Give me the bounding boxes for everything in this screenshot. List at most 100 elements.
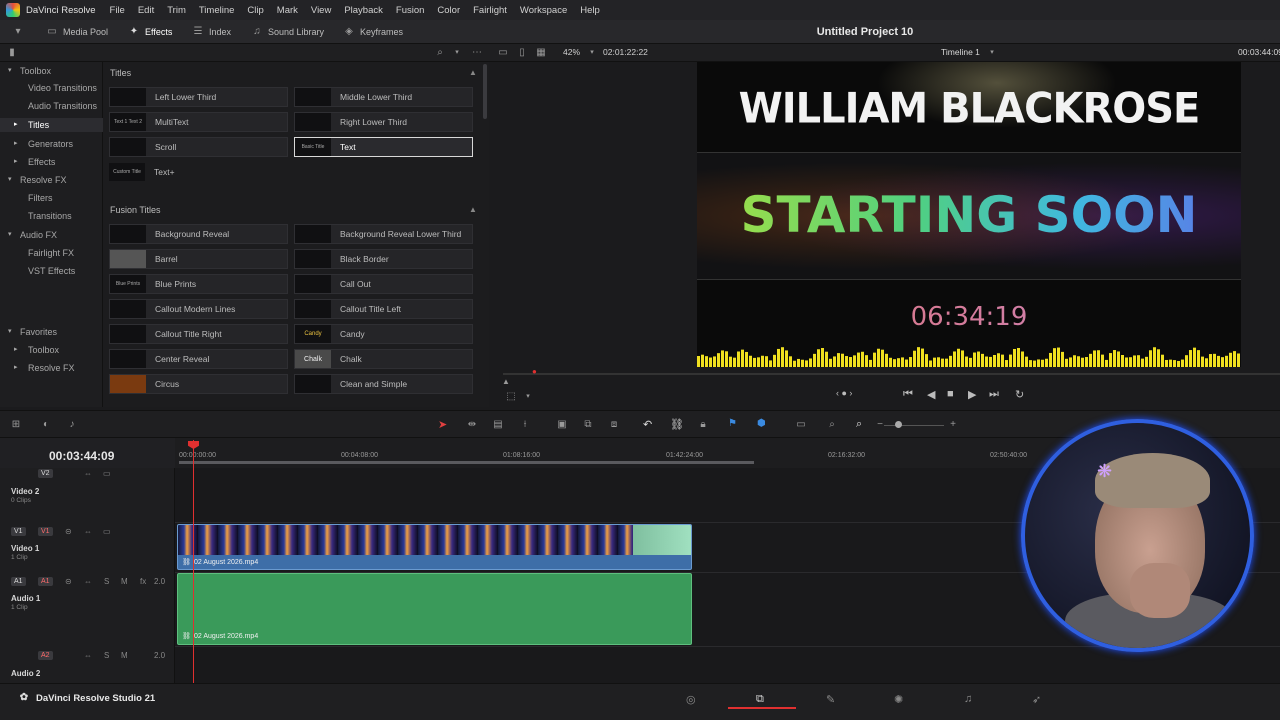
menu-file[interactable]: File — [110, 5, 125, 16]
audio-clip[interactable]: 02 August 2026.mp4 ⛓ — [177, 573, 692, 645]
menu-help[interactable]: Help — [580, 5, 600, 16]
effect-text-plus[interactable]: Custom Title Text+ — [109, 162, 288, 182]
fav-resolve-fx-caret-icon[interactable]: ▸ — [14, 363, 18, 371]
track-monitor-icon[interactable]: ▭ — [103, 527, 111, 536]
track-v1-source-badge[interactable]: V1 — [11, 527, 26, 536]
effect-callout-title-right[interactable]: Callout Title Right — [109, 324, 288, 344]
effect-candy[interactable]: Candy Candy — [294, 324, 473, 344]
viewer-canvas[interactable]: WILLIAM BLACKROSE STARTING SOON 06:34:19 — [697, 62, 1241, 367]
more-options-icon[interactable]: ⋯ — [471, 47, 483, 59]
zoom-slider-thumb[interactable] — [895, 421, 902, 428]
effect-scroll[interactable]: Scroll — [109, 137, 288, 157]
category-vst-effects[interactable]: VST Effects — [28, 266, 75, 276]
skip-to-end-icon[interactable]: ⏭ — [989, 388, 999, 401]
menu-playback[interactable]: Playback — [344, 5, 383, 16]
track-solo-icon[interactable]: S — [104, 577, 109, 586]
favorites-caret-icon[interactable]: ▾ — [8, 327, 12, 335]
effects-caret-icon[interactable]: ▸ — [14, 157, 18, 165]
zoom-custom-icon[interactable]: ⌕ — [856, 418, 862, 431]
category-audio-fx[interactable]: Audio FX — [20, 230, 57, 240]
track-a2-badge[interactable]: A2 — [38, 651, 53, 660]
track-mute-icon[interactable]: M — [121, 651, 128, 660]
track-a1-badge[interactable]: A1 — [38, 577, 53, 586]
marker-icon[interactable]: ⬢ — [757, 418, 766, 429]
effect-blue-prints[interactable]: Blue Prints Blue Prints — [109, 274, 288, 294]
category-transitions[interactable]: Transitions — [28, 211, 72, 221]
track-lock-icon[interactable]: ⊝ — [65, 527, 72, 536]
zoom-full-icon[interactable]: ▭ — [795, 419, 807, 431]
menu-workspace[interactable]: Workspace — [520, 5, 567, 16]
zoom-chevron-icon[interactable]: ▾ — [586, 47, 598, 59]
effect-call-out[interactable]: Call Out — [294, 274, 473, 294]
playhead[interactable] — [193, 440, 194, 683]
effect-clean-and-simple[interactable]: Clean and Simple — [294, 374, 473, 394]
track-link-icon[interactable]: ⇔ — [84, 577, 92, 586]
collapse-titles-icon[interactable]: ▲ — [469, 68, 477, 77]
category-toolbox[interactable]: Toolbox — [20, 66, 51, 76]
effect-chalk[interactable]: Chalk Chalk — [294, 349, 473, 369]
effect-circus[interactable]: Circus — [109, 374, 288, 394]
category-effects[interactable]: Effects — [28, 157, 55, 167]
track-solo-icon[interactable]: S — [104, 651, 109, 660]
linked-selection-icon[interactable]: ⛓ — [670, 418, 684, 431]
snapping-icon[interactable]: ↶ — [643, 418, 652, 431]
track-lock-icon[interactable]: ⇔ — [84, 469, 92, 478]
search-icon[interactable]: ⌕ — [434, 47, 446, 59]
index-button[interactable]: ☰ Index — [192, 20, 232, 44]
track-monitor-icon[interactable]: ▭ — [103, 469, 111, 478]
replace-clip-icon[interactable]: ⧈ — [608, 419, 620, 431]
transform-chevron-icon[interactable]: ▾ — [522, 391, 534, 403]
track-a1-source-badge[interactable]: A1 — [11, 577, 26, 586]
skip-to-start-icon[interactable]: ⏮ — [903, 388, 913, 401]
menu-clip[interactable]: Clip — [247, 5, 263, 16]
layout-icon[interactable]: ⊞ — [10, 419, 22, 431]
effect-callout-title-left[interactable]: Callout Title Left — [294, 299, 473, 319]
effect-callout-modern-lines[interactable]: Callout Modern Lines — [109, 299, 288, 319]
effect-text[interactable]: Basic Title Text — [294, 137, 473, 157]
effect-middle-lower-third[interactable]: Middle Lower Third — [294, 87, 473, 107]
effect-barrel[interactable]: Barrel — [109, 249, 288, 269]
effect-right-lower-third[interactable]: Right Lower Third — [294, 112, 473, 132]
favorite-toolbox[interactable]: Toolbox — [28, 345, 59, 355]
media-pool-button[interactable]: ▭ Media Pool — [46, 20, 108, 44]
video-clip[interactable]: 02 August 2026.mp4 ⛓ — [177, 524, 692, 570]
collapse-fusion-titles-icon[interactable]: ▲ — [469, 205, 477, 214]
play-icon[interactable]: ▶ — [968, 388, 976, 401]
generators-caret-icon[interactable]: ▸ — [14, 139, 18, 147]
timeline-chevron-icon[interactable]: ▾ — [986, 47, 998, 59]
audio-fx-caret-icon[interactable]: ▾ — [8, 230, 12, 238]
selection-tool-icon[interactable]: ➤ — [438, 418, 447, 431]
loop-icon[interactable]: ↻ — [1015, 388, 1024, 401]
timeline-selector[interactable]: Timeline 1 — [941, 47, 980, 57]
category-generators[interactable]: Generators — [28, 139, 73, 149]
effect-background-reveal[interactable]: Background Reveal — [109, 224, 288, 244]
zoom-level[interactable]: 42% — [563, 47, 580, 57]
menu-view[interactable]: View — [311, 5, 331, 16]
track-v2-badge[interactable]: V2 — [38, 469, 53, 478]
position-lock-icon[interactable]: 🔒︎ — [697, 419, 709, 431]
sidebar-toggle-icon[interactable]: ▮ — [6, 47, 18, 59]
fusion-page-icon[interactable]: ✎ — [826, 693, 835, 706]
dynamic-trim-icon[interactable]: ▤ — [492, 419, 504, 431]
effects-button[interactable]: ✦ Effects — [128, 20, 173, 44]
transform-icon[interactable]: ⬚ — [505, 391, 517, 403]
titles-section-header[interactable]: Titles — [110, 68, 131, 78]
cut-page-icon[interactable]: ◎ — [686, 693, 696, 706]
effects-scrollbar[interactable] — [483, 64, 487, 119]
zoom-slider-track[interactable] — [884, 425, 944, 426]
menu-fusion[interactable]: Fusion — [396, 5, 425, 16]
titles-caret-icon[interactable]: ▸ — [14, 120, 18, 128]
track-fx-icon[interactable]: fx — [140, 577, 146, 586]
track-mute-icon[interactable]: M — [121, 577, 128, 586]
effect-background-reveal-lower-third[interactable]: Background Reveal Lower Third — [294, 224, 473, 244]
menu-color[interactable]: Color — [437, 5, 460, 16]
trim-tool-icon[interactable]: ⇹ — [466, 419, 478, 431]
category-video-transitions[interactable]: Video Transitions — [28, 83, 97, 93]
zoom-in-icon[interactable]: + — [947, 419, 959, 431]
favorite-resolve-fx[interactable]: Resolve FX — [28, 363, 75, 373]
toolbox-caret-icon[interactable]: ▾ — [8, 66, 12, 74]
layout-single-icon[interactable]: ▭ — [497, 47, 509, 59]
layout-grid-icon[interactable]: ▦ — [535, 47, 547, 59]
flag-icon[interactable]: ⚑ — [728, 418, 737, 429]
stop-icon[interactable]: ■ — [947, 388, 954, 400]
